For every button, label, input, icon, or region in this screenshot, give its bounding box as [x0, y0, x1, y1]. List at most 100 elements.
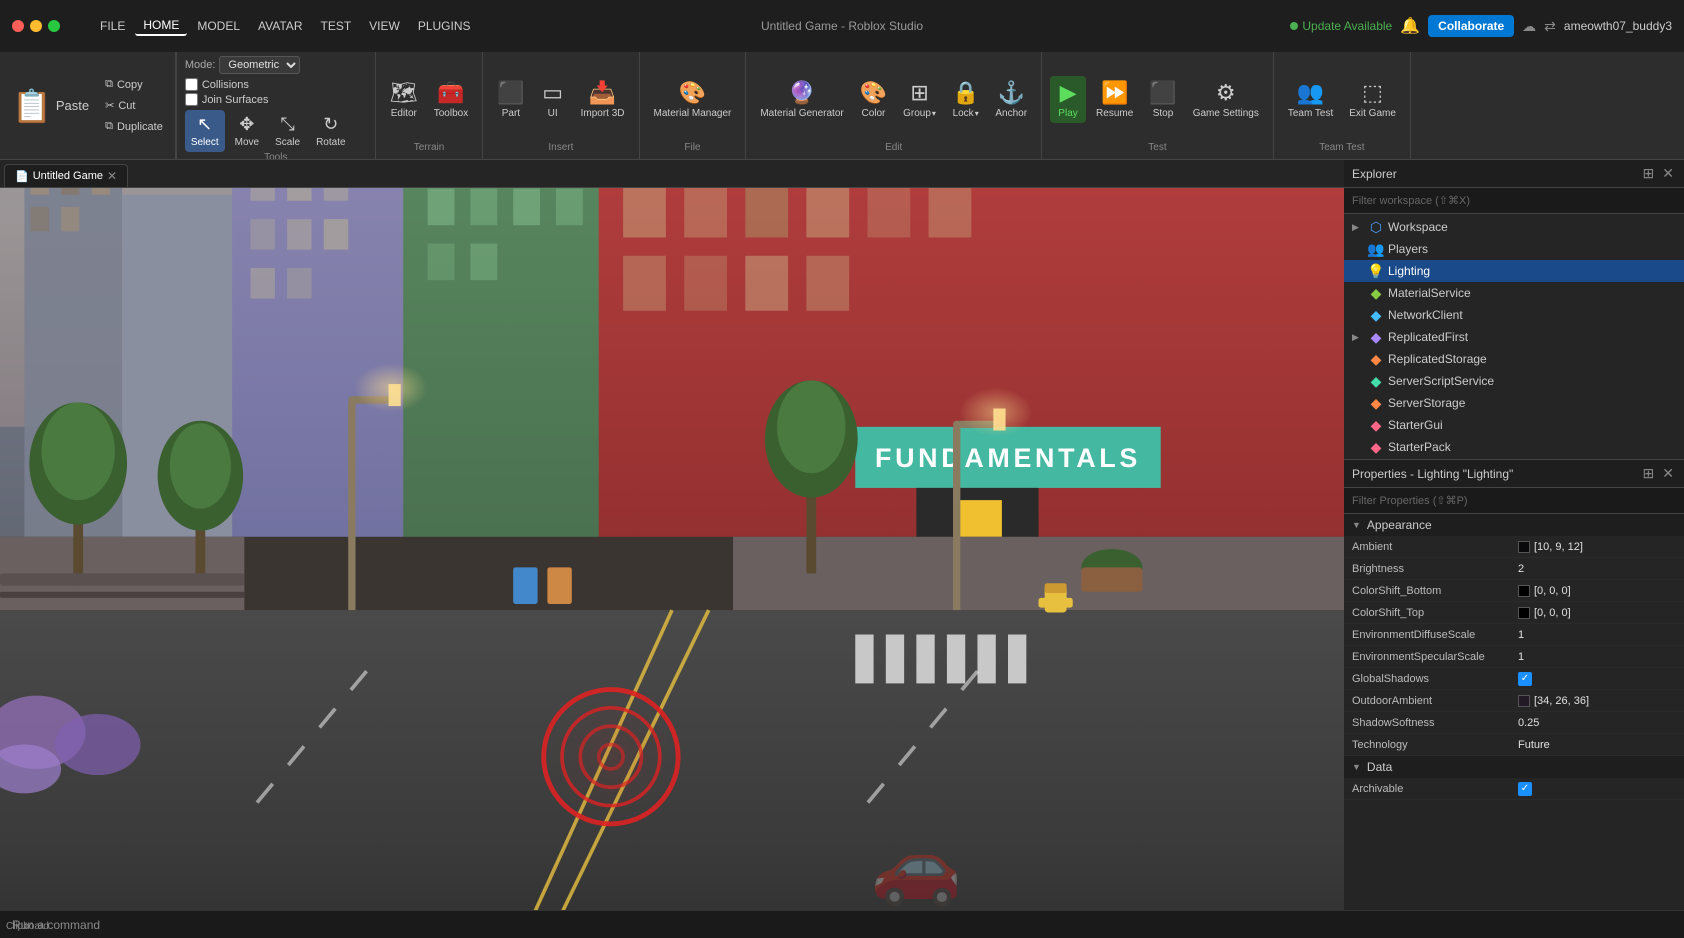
tree-item-starterplayer[interactable]: ◆StarterPlayer — [1344, 458, 1684, 459]
color-swatch[interactable] — [1518, 607, 1530, 619]
lock-button[interactable]: 🔒 Lock ▾ — [946, 76, 985, 123]
menu-home[interactable]: HOME — [135, 16, 187, 36]
tools-section-label: Tools — [185, 152, 367, 160]
tree-item-startergui[interactable]: ◆StarterGui — [1344, 414, 1684, 436]
prop-section-arrow: ▼ — [1352, 762, 1361, 772]
tree-item-materialservice[interactable]: ◆MaterialService — [1344, 282, 1684, 304]
prop-name: Ambient — [1352, 541, 1518, 553]
collaborate-button[interactable]: Collaborate — [1428, 15, 1514, 37]
prop-section-data[interactable]: ▼ Data — [1344, 756, 1684, 778]
menu-test[interactable]: TEST — [312, 17, 359, 35]
statusbar: Run a command — [0, 910, 1684, 938]
color-button[interactable]: 🎨 Color — [854, 76, 893, 123]
game-settings-button[interactable]: ⚙ Game Settings — [1187, 76, 1265, 123]
anchor-icon: ⚓ — [997, 80, 1024, 106]
menu-view[interactable]: VIEW — [361, 17, 408, 35]
color-swatch[interactable] — [1518, 541, 1530, 553]
menu-model[interactable]: MODEL — [189, 17, 248, 35]
scale-label: Scale — [275, 137, 300, 148]
editor-button[interactable]: 🗺 Editor — [384, 76, 424, 123]
play-button[interactable]: ▶ Play — [1050, 76, 1086, 123]
menu-avatar[interactable]: AVATAR — [250, 17, 310, 35]
rotate-button[interactable]: ↻ Rotate — [310, 110, 351, 152]
explorer-actions: ⊞ ✕ — [1641, 163, 1676, 184]
properties-filter-input[interactable] — [1344, 488, 1684, 514]
ui-button[interactable]: ▭ UI — [535, 76, 571, 123]
stop-button[interactable]: ⬛ Stop — [1143, 76, 1182, 123]
join-surfaces-checkbox[interactable] — [185, 93, 198, 106]
update-available[interactable]: Update Available — [1290, 19, 1392, 33]
menu-plugins[interactable]: PLUGINS — [410, 17, 479, 35]
material-manager-icon: 🎨 — [679, 80, 706, 106]
copy-button[interactable]: ⧉ Copy — [99, 75, 169, 94]
prop-checkbox[interactable]: ✓ — [1518, 672, 1532, 686]
material-gen-button[interactable]: 🔮 Material Generator — [754, 76, 849, 123]
properties-close-icon[interactable]: ✕ — [1660, 463, 1676, 484]
traffic-lights — [0, 20, 72, 32]
transform-tools: ↖ Select ✥ Move ⤡ Scale ↻ Rotate — [185, 110, 367, 152]
team-test-button[interactable]: 👥 Team Test — [1282, 76, 1339, 123]
scene-viewport[interactable]: FUNDAMENTALS — [0, 188, 1344, 910]
tree-item-serverstorage[interactable]: ◆ServerStorage — [1344, 392, 1684, 414]
prop-name: ShadowSoftness — [1352, 717, 1518, 729]
explorer-title: Explorer — [1352, 167, 1397, 181]
resume-button[interactable]: ⏩ Resume — [1090, 76, 1139, 123]
prop-row-environmentdiffusescale: EnvironmentDiffuseScale1 — [1344, 624, 1684, 646]
scale-icon: ⤡ — [280, 114, 294, 135]
cut-button[interactable]: ✂ Cut — [99, 96, 169, 115]
maximize-button[interactable] — [48, 20, 60, 32]
explorer-close-icon[interactable]: ✕ — [1660, 163, 1676, 184]
tree-item-replicatedfirst[interactable]: ▶◆ReplicatedFirst — [1344, 326, 1684, 348]
anchor-button[interactable]: ⚓ Anchor — [989, 76, 1033, 123]
move-label: Move — [235, 137, 259, 148]
duplicate-button[interactable]: ⧉ Duplicate — [99, 117, 169, 136]
tree-item-icon: ◆ — [1368, 307, 1384, 323]
explorer-header: Explorer ⊞ ✕ — [1344, 160, 1684, 188]
team-test-icon: 👥 — [1297, 80, 1324, 106]
bell-icon[interactable]: 🔔 — [1400, 16, 1420, 36]
prop-row-ambient: Ambient[10, 9, 12] — [1344, 536, 1684, 558]
tree-item-replicatedstorage[interactable]: ◆ReplicatedStorage — [1344, 348, 1684, 370]
tree-item-players[interactable]: 👥Players — [1344, 238, 1684, 260]
prop-section-arrow: ▼ — [1352, 520, 1361, 530]
move-button[interactable]: ✥ Move — [229, 110, 265, 152]
prop-checkbox[interactable]: ✓ — [1518, 782, 1532, 796]
tree-item-starterpack[interactable]: ◆StarterPack — [1344, 436, 1684, 458]
duplicate-icon: ⧉ — [105, 120, 113, 133]
prop-value[interactable]: ✓ — [1518, 782, 1676, 796]
part-button[interactable]: ⬛ Part — [491, 76, 530, 123]
material-manager-button[interactable]: 🎨 Material Manager — [648, 76, 738, 123]
tree-item-networkclient[interactable]: ◆NetworkClient — [1344, 304, 1684, 326]
color-swatch[interactable] — [1518, 695, 1530, 707]
tab-close-button[interactable]: ✕ — [107, 169, 117, 183]
material-manager-label: Material Manager — [654, 108, 732, 119]
properties-expand-icon[interactable]: ⊞ — [1641, 463, 1657, 484]
tree-item-icon: 💡 — [1368, 263, 1384, 279]
prop-section-appearance[interactable]: ▼ Appearance — [1344, 514, 1684, 536]
prop-value[interactable]: ✓ — [1518, 672, 1676, 686]
minimize-button[interactable] — [30, 20, 42, 32]
terrain-section: 🗺 Editor 🧰 Toolbox Terrain — [376, 52, 483, 159]
scale-button[interactable]: ⤡ Scale — [269, 110, 306, 152]
import3d-button[interactable]: 📥 Import 3D — [575, 76, 631, 123]
tree-item-serverscriptservice[interactable]: ◆ServerScriptService — [1344, 370, 1684, 392]
select-button[interactable]: ↖ Select — [185, 110, 225, 152]
rotate-icon: ↻ — [323, 114, 338, 135]
stop-label: Stop — [1153, 108, 1174, 119]
game-settings-icon: ⚙ — [1216, 80, 1236, 106]
color-swatch[interactable] — [1518, 585, 1530, 597]
menu-file[interactable]: FILE — [92, 17, 133, 35]
mode-select[interactable]: Geometric — [219, 56, 300, 74]
tree-item-workspace[interactable]: ▶⬡Workspace — [1344, 216, 1684, 238]
explorer-expand-icon[interactable]: ⊞ — [1641, 163, 1657, 184]
paste-button[interactable]: 📋 Paste — [6, 86, 95, 126]
collisions-checkbox[interactable] — [185, 78, 198, 91]
explorer-filter-input[interactable] — [1344, 188, 1684, 214]
exit-game-button[interactable]: ⬚ Exit Game — [1343, 76, 1402, 123]
toolbox-button[interactable]: 🧰 Toolbox — [428, 76, 474, 123]
tree-item-lighting[interactable]: 💡Lighting — [1344, 260, 1684, 282]
tab-untitled-game[interactable]: 📄 Untitled Game ✕ — [4, 164, 128, 187]
group-button[interactable]: ⊞ Group ▾ — [897, 76, 942, 123]
prop-name: Brightness — [1352, 563, 1518, 575]
close-button[interactable] — [12, 20, 24, 32]
